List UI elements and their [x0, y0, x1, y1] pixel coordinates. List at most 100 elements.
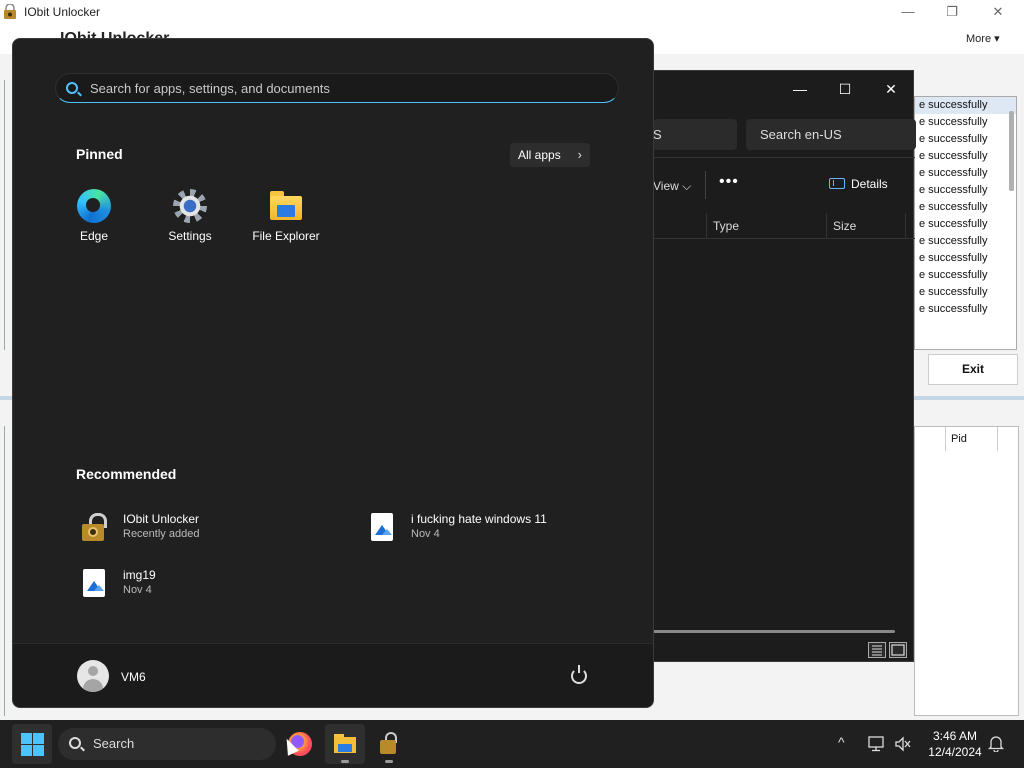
- pinned-app-file-explorer[interactable]: File Explorer: [241, 189, 331, 249]
- show-hidden-icons-chevron-icon[interactable]: ^: [838, 734, 845, 750]
- power-icon[interactable]: [571, 665, 587, 684]
- status-list-item[interactable]: e successfully: [915, 250, 1016, 267]
- start-search-placeholder: Search for apps, settings, and documents: [90, 81, 330, 96]
- minimize-button[interactable]: —: [892, 2, 924, 22]
- file-explorer-icon: [338, 744, 352, 752]
- details-pane-button[interactable]: Details: [829, 177, 888, 191]
- status-list-item[interactable]: e successfully: [915, 114, 1016, 131]
- status-list-item[interactable]: e successfully: [915, 267, 1016, 284]
- start-button[interactable]: [12, 724, 52, 764]
- status-list-scrollbar[interactable]: [1009, 111, 1014, 191]
- details-label: Details: [851, 177, 888, 191]
- recommended-item-subtitle: Recently added: [123, 528, 200, 540]
- volume-muted-icon[interactable]: [894, 736, 912, 755]
- taskbar-app-iobit-unlocker[interactable]: [369, 724, 409, 764]
- iobit-app-icon: [3, 3, 17, 19]
- status-list-item[interactable]: e successfully: [915, 216, 1016, 233]
- image-file-icon: [79, 569, 109, 599]
- horizontal-scrollbar[interactable]: [653, 630, 895, 633]
- column-separator: [945, 427, 946, 451]
- pinned-app-edge[interactable]: Edge: [49, 189, 139, 249]
- close-button[interactable]: ✕: [982, 2, 1014, 22]
- file-explorer-folder-icon: [269, 189, 303, 223]
- search-icon: [69, 737, 81, 749]
- details-pane-icon: [829, 178, 845, 189]
- recommended-item-subtitle: Nov 4: [411, 528, 440, 540]
- status-list-item[interactable]: e successfully: [915, 301, 1016, 318]
- column-header-type[interactable]: Type: [713, 219, 739, 233]
- settings-gear-icon: [173, 189, 207, 223]
- large-icons-view-button[interactable]: [889, 642, 907, 658]
- status-list-item[interactable]: e successfully: [915, 182, 1016, 199]
- notification-bell-icon[interactable]: [987, 735, 1005, 755]
- pinned-app-label: Settings: [168, 229, 212, 243]
- status-list-item[interactable]: e successfully: [915, 199, 1016, 216]
- chevron-right-icon: ›: [577, 147, 582, 162]
- user-avatar[interactable]: [77, 660, 109, 692]
- more-options-button[interactable]: •••: [719, 173, 739, 191]
- recommended-item-image[interactable]: i fucking hate windows 11 Nov 4: [367, 509, 607, 549]
- edge-icon: [77, 189, 111, 223]
- address-bar[interactable]: S: [653, 119, 737, 150]
- explorer-maximize-button[interactable]: ☐: [823, 75, 867, 103]
- recommended-item-subtitle: Nov 4: [123, 584, 152, 596]
- restore-button[interactable]: ❐: [936, 2, 968, 22]
- explorer-search-input[interactable]: Search en-US: [746, 119, 916, 150]
- all-apps-button[interactable]: All apps ›: [510, 143, 590, 167]
- user-name[interactable]: VM6: [121, 670, 146, 684]
- exit-button[interactable]: Exit: [928, 354, 1018, 385]
- taskbar-search-box[interactable]: Search: [58, 728, 276, 760]
- search-icon: [66, 82, 78, 94]
- process-list[interactable]: Pid: [914, 426, 1019, 716]
- pinned-heading: Pinned: [76, 146, 123, 162]
- column-separator: [997, 427, 998, 451]
- column-separator: [905, 213, 906, 239]
- column-separator: [706, 213, 707, 239]
- address-text: S: [653, 127, 662, 142]
- status-list-item[interactable]: e successfully: [915, 233, 1016, 250]
- more-menu-button[interactable]: More ▾: [966, 32, 1000, 45]
- explorer-close-button[interactable]: ✕: [869, 75, 913, 103]
- taskbar-app-file-explorer[interactable]: [325, 724, 365, 764]
- pinned-app-label: File Explorer: [252, 229, 320, 243]
- status-list-item[interactable]: e successfully: [915, 131, 1016, 148]
- taskbar: Search ^ 3:46 AM 12/4/2024: [0, 720, 1024, 768]
- running-indicator: [385, 760, 393, 763]
- recommended-item-name: i fucking hate windows 11: [411, 512, 547, 526]
- taskbar-search-label: Search: [93, 736, 135, 751]
- all-apps-label: All apps: [518, 148, 561, 162]
- recommended-item-name: img19: [123, 568, 156, 582]
- status-list-item[interactable]: e successfully: [915, 165, 1016, 182]
- details-view-button[interactable]: [868, 642, 886, 658]
- recommended-item-iobit[interactable]: IObit Unlocker Recently added: [79, 509, 309, 549]
- image-file-icon: [367, 513, 397, 543]
- pinned-app-label: Edge: [79, 229, 109, 243]
- pid-column-header[interactable]: Pid: [951, 433, 967, 445]
- column-separator: [826, 213, 827, 239]
- status-list-item[interactable]: e successfully: [915, 148, 1016, 165]
- start-search-input[interactable]: Search for apps, settings, and documents: [55, 73, 619, 103]
- thumbnail-view-icon: [891, 644, 905, 656]
- network-icon[interactable]: [868, 736, 886, 755]
- column-header-size[interactable]: Size: [833, 219, 856, 233]
- toolbar-separator: [705, 171, 706, 199]
- iobit-window-title: IObit Unlocker: [24, 5, 101, 19]
- running-indicator: [341, 760, 349, 763]
- recommended-item-img19[interactable]: img19 Nov 4: [79, 565, 309, 605]
- iobit-titlebar[interactable]: IObit Unlocker — ❐ ✕: [0, 0, 1024, 24]
- command-bar-divider: [653, 157, 915, 158]
- start-menu: Search for apps, settings, and documents…: [12, 38, 654, 708]
- view-menu-button[interactable]: View ⌵: [653, 179, 691, 194]
- pinned-app-settings[interactable]: Settings: [145, 189, 235, 249]
- status-list-item[interactable]: e successfully: [915, 97, 1016, 114]
- file-explorer-window: — ☐ ✕ S Search en-US View ⌵ ••• Details …: [652, 70, 916, 662]
- status-list-item[interactable]: e successfully: [915, 284, 1016, 301]
- status-list[interactable]: e successfully e successfully e successful…: [914, 96, 1017, 350]
- clock-date: 12/4/2024: [928, 745, 982, 759]
- explorer-minimize-button[interactable]: —: [778, 75, 822, 103]
- list-view-icon: [872, 645, 882, 656]
- recommended-heading: Recommended: [76, 466, 177, 482]
- column-headers: Type Size: [653, 213, 915, 239]
- clock-time: 3:46 AM: [932, 729, 978, 743]
- system-clock[interactable]: 3:46 AM 12/4/2024: [918, 728, 992, 760]
